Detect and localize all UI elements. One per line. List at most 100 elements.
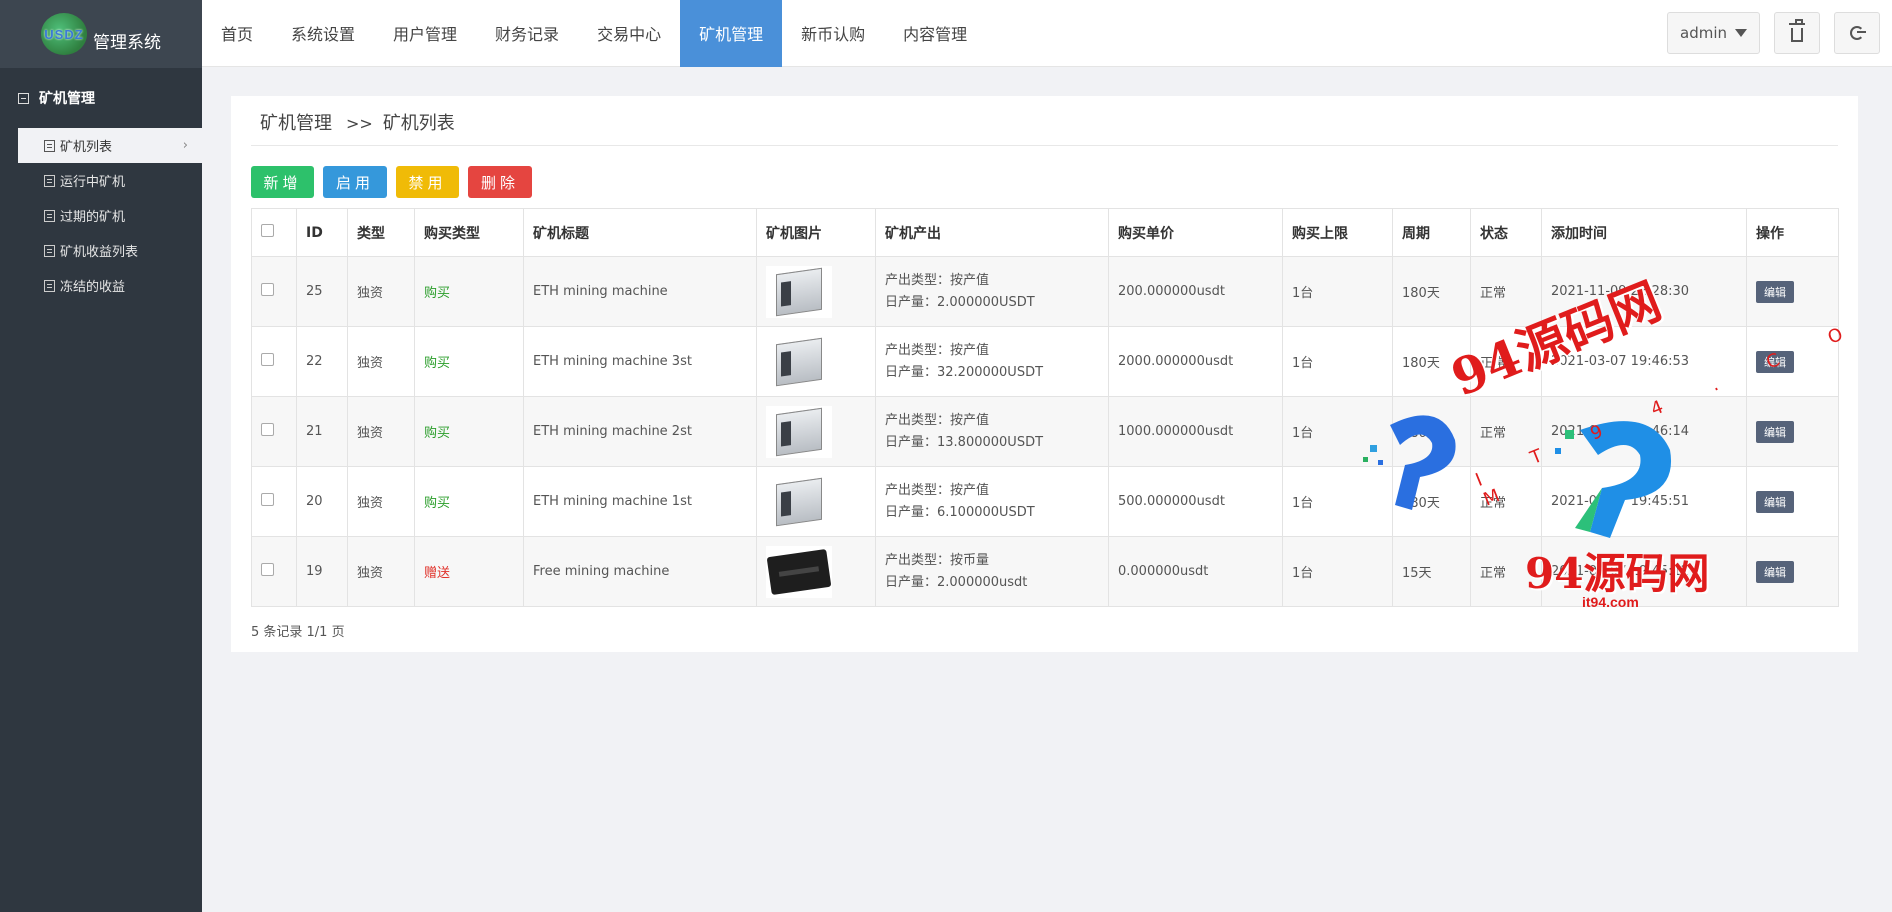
edit-button[interactable]: 编辑 [1756,490,1794,513]
cell-buy-type: 赠送 [414,536,524,607]
collapse-icon [18,92,29,104]
col-type: 类型 [347,208,415,257]
sidebar-item-label: 矿机收益列表 [60,245,139,260]
row-checkbox[interactable] [261,283,274,296]
col-period: 周期 [1392,208,1471,257]
logo[interactable]: USDZ 管理系统 [0,0,202,68]
cell-price: 0.000000usdt [1108,536,1283,607]
disable-button[interactable]: 禁用 [396,166,459,198]
cell-title: ETH mining machine [523,256,757,327]
logout-button[interactable] [1834,12,1880,54]
cell-daily-output: 日产量：2.000000usdt [885,574,1028,590]
trash-icon [1789,19,1805,42]
nav-item[interactable]: 矿机管理 [680,0,783,67]
caret-down-icon [1735,29,1747,37]
row-checkbox[interactable] [261,563,274,576]
miner-thumbnail[interactable] [766,265,832,318]
row-checkbox[interactable] [261,423,274,436]
watermark-logo-icon [1363,415,1456,510]
sidebar-section-header[interactable]: 矿机管理 [0,68,202,128]
cell-period: 15天 [1392,536,1471,607]
list-doc-icon [44,139,55,152]
edit-button[interactable]: 编辑 [1756,420,1794,443]
top-actions: admin [1667,12,1880,54]
cell-title: ETH mining machine 2st [523,396,757,467]
pagination-summary: 5 条记录 1/1 页 [251,625,345,640]
cell-output-type: 产出类型：按产值 [885,412,990,428]
cell-id: 19 [296,536,348,607]
breadcrumb-current: 矿机列表 [382,113,455,134]
edit-button[interactable]: 编辑 [1756,560,1794,583]
enable-button[interactable]: 启用 [323,166,387,198]
cell-price: 1000.000000usdt [1108,396,1283,467]
sidebar-section-label: 矿机管理 [39,91,95,107]
cell-buy-type: 购买 [414,256,524,327]
sidebar-item[interactable]: 矿机收益列表 [0,233,202,268]
delete-button[interactable]: 删除 [468,166,532,198]
miner-thumbnail[interactable] [766,475,832,528]
cell-buy-type: 购买 [414,326,524,397]
miner-thumbnail[interactable] [766,545,832,598]
nav-item[interactable]: 用户管理 [374,0,476,67]
sidebar-item-label: 矿机列表 [60,140,113,155]
col-output: 矿机产出 [875,208,1109,257]
cell-id: 22 [296,326,348,397]
user-name: admin [1680,24,1727,42]
cell-type: 独资 [347,466,415,537]
logout-icon [1850,26,1866,40]
sidebar: USDZ 管理系统 矿机管理 矿机列表 › 运行中矿机 过期的矿机矿机收益列表 冻结的收… [0,0,202,912]
cell-type: 独资 [347,326,415,397]
cell-daily-output: 日产量：13.800000USDT [885,434,1044,450]
cell-limit: 1台 [1282,256,1393,327]
cell-limit: 1台 [1282,326,1393,397]
cell-price: 2000.000000usdt [1108,326,1283,397]
nav-item[interactable]: 新币认购 [782,0,884,67]
cell-type: 独资 [347,536,415,607]
breadcrumb-parent[interactable]: 矿机管理 [260,113,332,134]
cell-title: ETH mining machine 3st [523,326,757,397]
edit-button[interactable]: 编辑 [1756,280,1794,303]
col-buy-type: 购买类型 [414,208,524,257]
cell-type: 独资 [347,256,415,327]
user-menu-button[interactable]: admin [1667,12,1760,54]
row-checkbox[interactable] [261,493,274,506]
cell-buy-type: 购买 [414,396,524,467]
col-ops: 操作 [1746,208,1839,257]
sidebar-item[interactable]: 冻结的收益 [0,268,202,303]
cell-buy-type: 购买 [414,466,524,537]
watermark-url: it94.com [1582,594,1639,610]
col-image: 矿机图片 [756,208,876,257]
sidebar-item[interactable]: 过期的矿机 [0,198,202,233]
list-doc-icon [44,209,55,222]
miner-image [776,337,822,386]
miner-thumbnail[interactable] [766,405,832,458]
nav-item[interactable]: 财务记录 [476,0,578,67]
cell-daily-output: 日产量：32.200000USDT [885,364,1044,380]
clear-cache-button[interactable] [1774,12,1820,54]
cell-price: 200.000000usdt [1108,256,1283,327]
cell-id: 20 [296,466,348,537]
logo-globe-icon: USDZ [41,13,87,55]
nav-item[interactable]: 内容管理 [884,0,986,67]
main-nav: 首页 系统设置 用户管理 财务记录 交易中心 矿机管理 新币认购 内容管理 [202,0,1892,67]
chevron-right-icon: › [182,138,188,153]
cell-type: 独资 [347,396,415,467]
miner-image [776,267,822,316]
miner-thumbnail[interactable] [766,335,832,388]
nav-item[interactable]: 交易中心 [578,0,680,67]
sidebar-item[interactable]: 矿机列表 › [18,128,202,163]
free-miner-image [766,548,832,595]
sidebar-item[interactable]: 运行中矿机 [0,163,202,198]
cell-title: ETH mining machine 1st [523,466,757,537]
cell-period: 180天 [1392,256,1471,327]
nav-item[interactable]: 系统设置 [272,0,374,67]
row-checkbox[interactable] [261,353,274,366]
list-doc-icon [44,244,55,257]
list-doc-icon [44,279,55,292]
nav-item[interactable]: 首页 [202,0,272,67]
col-price: 购买单价 [1108,208,1283,257]
select-all-checkbox[interactable] [261,224,274,237]
sidebar-item-label: 冻结的收益 [60,280,126,295]
action-toolbar: 新增 启用 禁用 删除 [251,166,532,198]
add-button[interactable]: 新增 [251,166,314,198]
